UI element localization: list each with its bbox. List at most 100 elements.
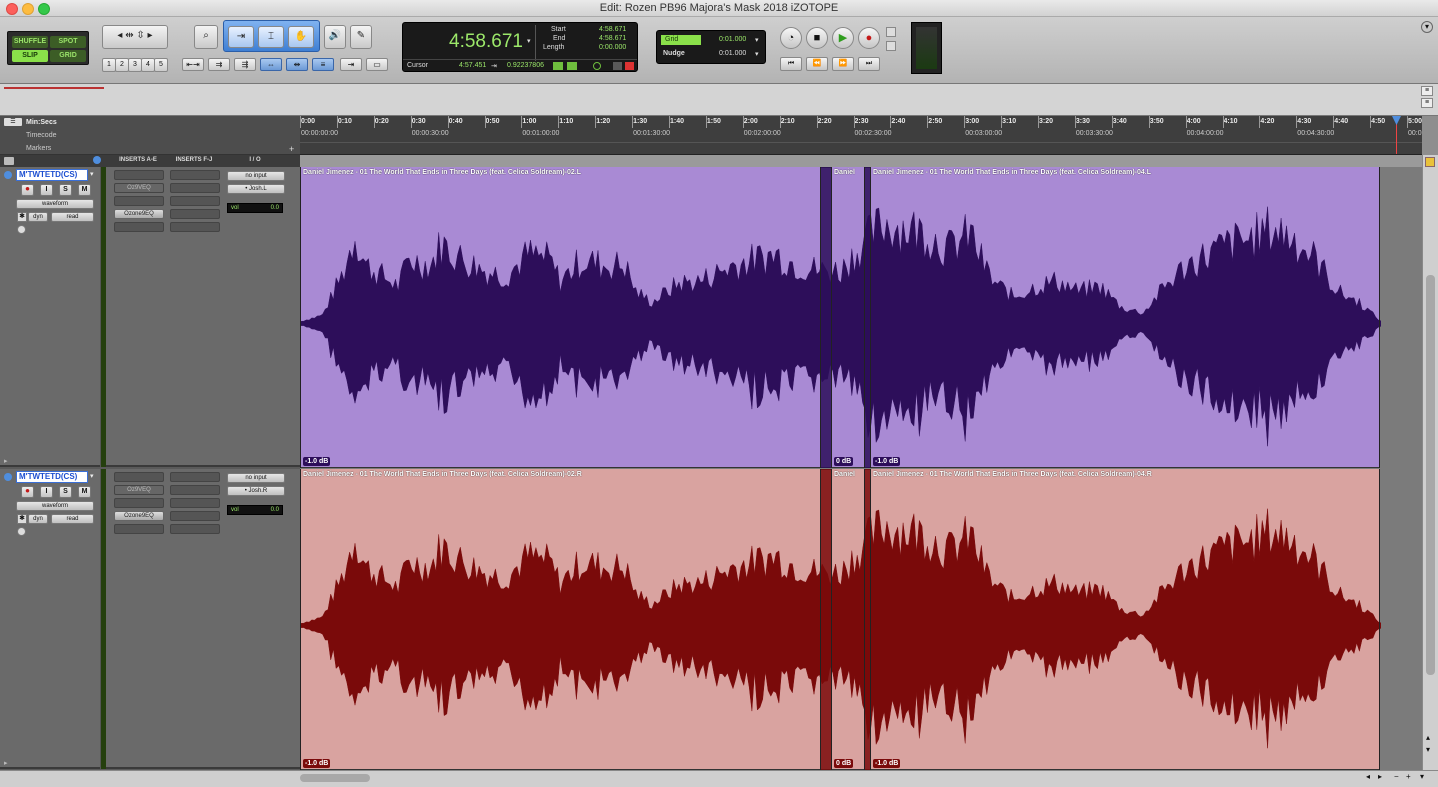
automation-mode-selector[interactable]: read [51, 514, 94, 524]
clip-gain[interactable]: -1.0 dB [303, 457, 331, 466]
solo-button[interactable]: S [59, 486, 72, 498]
slip-mode-button[interactable]: SLIP [12, 50, 48, 62]
volume-value[interactable]: 0.0 [271, 204, 279, 212]
zoom-in-icon[interactable]: + [1406, 772, 1411, 781]
trim-tool-icon[interactable]: ⇥ [228, 26, 254, 48]
scroll-down-icon[interactable]: ▾ [1426, 745, 1430, 754]
track-view-selector[interactable]: waveform [16, 199, 94, 209]
go-to-end-icon[interactable]: ⏭ [858, 57, 880, 71]
stop-button[interactable]: ■ [806, 27, 828, 49]
link-selection-icon[interactable]: ⇉ [208, 58, 230, 71]
mute-button[interactable]: M [78, 486, 91, 498]
record-enable-button[interactable]: ⏺ [21, 486, 34, 498]
play-button[interactable]: ▶ [832, 27, 854, 49]
track-color-icon[interactable] [93, 156, 101, 164]
insert-slot-ae-5[interactable] [114, 524, 164, 534]
nudge-dropdown-icon[interactable]: ▾ [755, 50, 759, 58]
audio-clip[interactable]: Daniel Jimenez - 01 The World That Ends … [870, 167, 1380, 468]
insert-slot-fj-2[interactable] [170, 485, 220, 495]
playhead-marker-icon[interactable] [1392, 116, 1401, 125]
insert-slot-fj-4[interactable] [170, 209, 220, 219]
track-2-lane[interactable]: Daniel Jimenez - 01 The World That Ends … [300, 469, 1422, 770]
insert-slot-fj-2[interactable] [170, 183, 220, 193]
input-selector[interactable]: no input [227, 473, 285, 483]
insert-slot-fj-3[interactable] [170, 196, 220, 206]
track-view-selector[interactable]: waveform [16, 501, 94, 511]
volume-control[interactable]: vol 0.0 [227, 505, 283, 515]
grid-dropdown-icon[interactable]: ▾ [755, 36, 759, 44]
horizontal-scrollbar[interactable]: ◂ ▸ − + ▾ [0, 770, 1438, 787]
audio-clip[interactable]: Daniel 0 dB [831, 167, 865, 468]
track-color-icon[interactable] [4, 171, 12, 179]
input-monitor-button[interactable]: I [40, 486, 53, 498]
insert-slot-ae-5[interactable] [114, 222, 164, 232]
keyboard-focus-icon[interactable]: ⇹ [286, 58, 308, 71]
transport-option-1[interactable] [886, 27, 896, 37]
vertical-scrollbar[interactable]: ▴ ▾ [1422, 155, 1438, 770]
insert-slot-fj-3[interactable] [170, 498, 220, 508]
track-resize-icon[interactable]: ▸ [4, 759, 8, 767]
fast-forward-icon[interactable]: ⏩ [832, 57, 854, 71]
zoom-preset-5[interactable]: 5 [154, 58, 168, 72]
metronome-icon[interactable] [625, 62, 634, 70]
record-button[interactable]: ● [858, 27, 880, 49]
overview-grip-icon[interactable]: ≡ [1421, 98, 1433, 108]
universe-overview[interactable]: ≡ ≡ [0, 84, 1438, 116]
transport-option-2[interactable] [886, 41, 896, 51]
merge-icon[interactable] [567, 62, 577, 70]
zoom-preset-2[interactable]: 2 [115, 58, 129, 72]
track-name[interactable]: M'TWTETD(CS) [16, 471, 88, 483]
track-resize-icon[interactable]: ▸ [4, 457, 8, 465]
insert-slot-ae-2[interactable]: Oz9VEQ [114, 183, 164, 193]
online-icon[interactable]: ◔ [780, 27, 802, 49]
countoff-icon[interactable] [613, 62, 622, 70]
zoom-window-button[interactable] [38, 3, 50, 15]
volume-control[interactable]: vol 0.0 [227, 203, 283, 213]
track-name-dropdown-icon[interactable]: ▾ [90, 170, 94, 178]
volume-value[interactable]: 0.0 [271, 506, 279, 514]
mirror-midi-icon[interactable]: ≡ [312, 58, 334, 71]
input-monitor-button[interactable]: I [40, 184, 53, 196]
insert-slot-fj-4[interactable] [170, 511, 220, 521]
overview-menu-icon[interactable]: ≡ [1421, 86, 1433, 96]
automation-icon[interactable]: ✱ [17, 212, 27, 222]
insert-slot-fj-5[interactable] [170, 524, 220, 534]
zoom-preset-3[interactable]: 3 [128, 58, 142, 72]
record-enable-button[interactable]: ⏺ [21, 184, 34, 196]
output-selector[interactable]: • Josh.L [227, 184, 285, 194]
insert-slot-ae-1[interactable] [114, 170, 164, 180]
nudge-value[interactable]: 0:01.000 [719, 50, 746, 57]
insert-slot-ae-1[interactable] [114, 472, 164, 482]
zoom-menu-icon[interactable]: ▾ [1420, 772, 1424, 781]
toolbar-menu-icon[interactable]: ▾ [1421, 21, 1433, 33]
clip-gain[interactable]: 0 dB [834, 759, 854, 768]
length-value[interactable]: 0:00.000 [599, 44, 626, 51]
playlist-icon[interactable] [17, 225, 26, 234]
add-marker-icon[interactable]: + [289, 144, 294, 154]
insert-slot-ae-4[interactable]: Ozone9EQ [114, 209, 164, 219]
insert-slot-fj-1[interactable] [170, 472, 220, 482]
zoomer-tool-icon[interactable]: ⌕ [194, 25, 218, 49]
automation-icon[interactable]: ✱ [17, 514, 27, 524]
mute-button[interactable]: M [78, 184, 91, 196]
track-color-icon[interactable] [4, 473, 12, 481]
minimize-window-button[interactable] [22, 3, 34, 15]
grid-label[interactable]: Grid [661, 35, 701, 45]
insert-slot-fj-1[interactable] [170, 170, 220, 180]
insert-slot-ae-3[interactable] [114, 498, 164, 508]
tab-to-transient-icon[interactable]: ⇤⇥ [182, 58, 204, 71]
rewind-icon[interactable]: ⏪ [806, 57, 828, 71]
counter-dropdown-icon[interactable]: ▾ [527, 37, 531, 45]
scroll-left-icon[interactable]: ◂ [1366, 772, 1370, 781]
audio-clip[interactable]: Daniel Jimenez - 01 The World That Ends … [870, 469, 1380, 770]
track-name-dropdown-icon[interactable]: ▾ [90, 472, 94, 480]
audio-clip[interactable]: Daniel Jimenez - 01 The World That Ends … [300, 469, 821, 770]
timeline-ruler[interactable]: 0:00 0:10 0:20 0:30 0:40 0:50 1:00 1:10 1:20 1:30… [300, 116, 1422, 155]
ruler-view-menu-icon[interactable]: ☰ [4, 118, 22, 126]
clip-gain[interactable]: 0 dB [834, 457, 854, 466]
scrubber-speaker-icon[interactable]: 🔊 [324, 25, 346, 49]
clip-gain[interactable]: -1.0 dB [873, 759, 901, 768]
audio-clip[interactable]: Daniel Jimenez - 01 The World That Ends … [300, 167, 821, 468]
zoom-preset-4[interactable]: 4 [141, 58, 155, 72]
close-window-button[interactable] [6, 3, 18, 15]
